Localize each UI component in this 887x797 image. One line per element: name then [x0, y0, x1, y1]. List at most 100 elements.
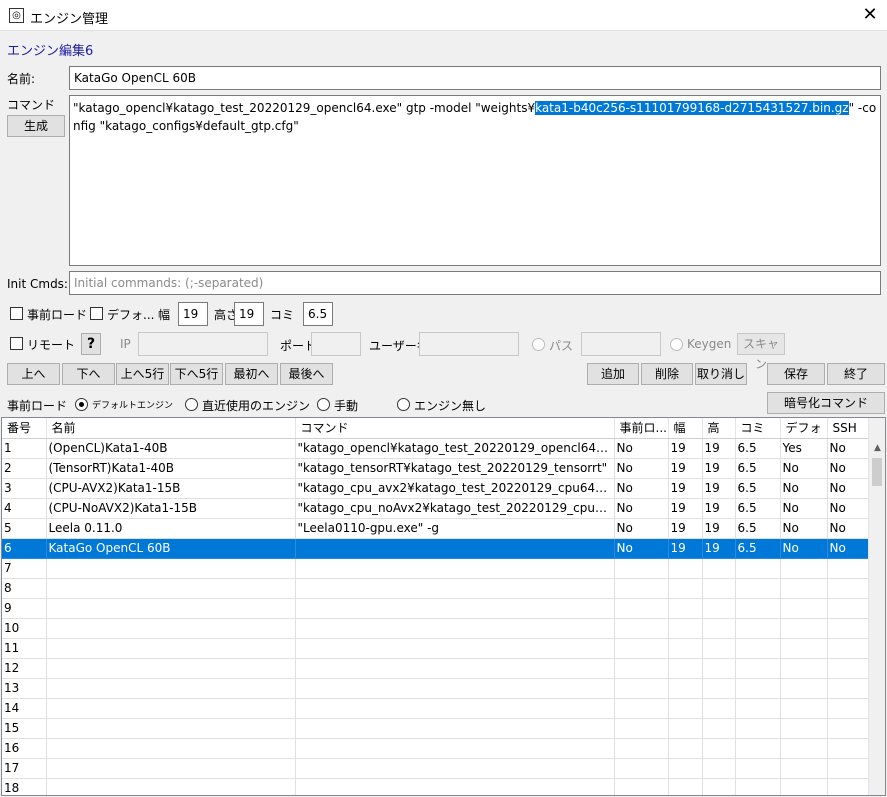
name-input[interactable]: KataGo OpenCL 60B: [69, 66, 881, 90]
table-cell: 6.5: [735, 438, 781, 459]
move-up-5-button[interactable]: 上へ5行: [116, 363, 169, 385]
table-row[interactable]: 12: [2, 658, 869, 679]
engine-table: 番号 名前 コマンド 事前ロ... 幅 高 コミ デフォ SSH 1 (OpenC…: [1, 417, 886, 796]
table-cell: [702, 618, 736, 639]
table-scrollbar[interactable]: ▲: [868, 418, 885, 795]
preload-checkbox[interactable]: [10, 307, 23, 320]
table-cell: [295, 618, 615, 639]
table-row[interactable]: 16: [2, 738, 869, 759]
table-cell: 6.5: [735, 538, 781, 559]
table-cell: No: [827, 478, 869, 499]
table-cell: [295, 718, 615, 739]
keygen-radio[interactable]: [670, 338, 683, 351]
table-cell: [827, 578, 869, 599]
password-radio[interactable]: [532, 338, 545, 351]
table-cell: [735, 698, 781, 719]
table-cell: No: [827, 458, 869, 479]
table-row[interactable]: 18: [2, 778, 869, 795]
preload-recent-radio[interactable]: [185, 398, 198, 411]
close-icon[interactable]: ✕: [858, 4, 882, 26]
col-header-preload[interactable]: 事前ロ...: [614, 418, 669, 439]
table-row[interactable]: 9: [2, 598, 869, 619]
table-row[interactable]: 13: [2, 678, 869, 699]
table-cell: 14: [2, 698, 47, 719]
table-cell: [827, 638, 869, 659]
table-row[interactable]: 7: [2, 558, 869, 579]
table-cell: No: [827, 498, 869, 519]
init-cmds-label: Init Cmds:: [7, 277, 68, 291]
komi-input[interactable]: 6.5: [303, 302, 333, 326]
preload-default-label: デフォルトエンジン: [92, 401, 174, 411]
col-header-number[interactable]: 番号: [2, 418, 47, 439]
table-row[interactable]: 5 Leela 0.11.0 "Leela0110-gpu.exe" -g No 19 1…: [2, 518, 869, 539]
col-header-height[interactable]: 高: [702, 418, 736, 439]
col-header-komi[interactable]: コミ: [735, 418, 781, 439]
remote-checkbox[interactable]: [10, 337, 23, 350]
table-row[interactable]: 1 (OpenCL)Kata1-40B "katago_opencl¥katago_…: [2, 438, 869, 459]
table-cell: [780, 758, 828, 779]
generate-button[interactable]: 生成: [7, 115, 65, 137]
col-header-command[interactable]: コマンド: [295, 418, 615, 439]
move-down-5-button[interactable]: 下へ5行: [170, 363, 223, 385]
move-down-button[interactable]: 下へ: [62, 363, 115, 385]
scan-button[interactable]: スキャン: [737, 333, 785, 371]
command-textarea[interactable]: "katago_opencl¥katago_test_20220129_open…: [69, 95, 881, 266]
preload-recent-label: 直近使用のエンジン: [202, 399, 311, 413]
table-cell: [827, 778, 869, 795]
table-cell: 15: [2, 718, 47, 739]
encrypt-command-button[interactable]: 暗号化コマンド: [767, 392, 885, 414]
table-cell: [614, 658, 669, 679]
table-row[interactable]: 11: [2, 638, 869, 659]
delete-button[interactable]: 削除: [641, 363, 693, 385]
table-row[interactable]: 3 (CPU-AVX2)Kata1-15B "katago_cpu_avx2¥kat…: [2, 478, 869, 499]
table-cell: [295, 658, 615, 679]
col-header-default[interactable]: デフォ: [780, 418, 828, 439]
exit-button[interactable]: 終了: [827, 363, 885, 385]
help-button[interactable]: ?: [81, 333, 101, 355]
undo-button[interactable]: 取り消し: [695, 363, 747, 385]
table-row[interactable]: 6 KataGo OpenCL 60B No 19 19 6.5 No No: [2, 538, 869, 559]
preload-checkbox-label: 事前ロード: [27, 308, 88, 322]
port-input[interactable]: [311, 332, 361, 356]
scroll-thumb[interactable]: [872, 458, 882, 486]
table-cell: "katago_opencl¥katago_test_20220129_open…: [295, 438, 615, 459]
table-row[interactable]: 10: [2, 618, 869, 639]
init-cmds-input[interactable]: Initial commands: (;-separated): [69, 271, 881, 295]
col-header-width[interactable]: 幅: [668, 418, 703, 439]
width-input[interactable]: 19: [178, 302, 208, 326]
add-button[interactable]: 追加: [587, 363, 639, 385]
move-up-button[interactable]: 上へ: [7, 363, 60, 385]
username-input[interactable]: [419, 332, 519, 356]
default-checkbox[interactable]: [90, 307, 103, 320]
table-cell: No: [780, 478, 828, 499]
table-row[interactable]: 2 (TensorRT)Kata1-40B "katago_tensorRT¥kat…: [2, 458, 869, 479]
table-cell: [780, 698, 828, 719]
move-last-button[interactable]: 最後へ: [280, 363, 333, 385]
table-cell: (TensorRT)Kata1-40B: [46, 458, 296, 479]
table-row[interactable]: 4 (CPU-NoAVX2)Kata1-15B "katago_cpu_noAvx2…: [2, 498, 869, 519]
save-button[interactable]: 保存: [767, 363, 825, 385]
table-row[interactable]: 8: [2, 578, 869, 599]
table-row[interactable]: 15: [2, 718, 869, 739]
komi-label: コミ: [270, 308, 295, 322]
col-header-name[interactable]: 名前: [46, 418, 296, 439]
move-first-button[interactable]: 最初へ: [225, 363, 278, 385]
preload-manual-radio[interactable]: [317, 398, 330, 411]
password-input[interactable]: [581, 332, 661, 356]
col-header-ssh[interactable]: SSH: [827, 418, 869, 439]
preload-none-radio[interactable]: [397, 398, 410, 411]
scroll-up-icon[interactable]: ▲: [869, 440, 885, 457]
table-cell: [614, 778, 669, 795]
table-row[interactable]: 17: [2, 758, 869, 779]
table-cell: 12: [2, 658, 47, 679]
ip-input[interactable]: [138, 332, 268, 356]
table-cell: [702, 578, 736, 599]
table-row[interactable]: 14: [2, 698, 869, 719]
height-input[interactable]: 19: [234, 302, 264, 326]
table-cell: [702, 598, 736, 619]
table-cell: [46, 598, 296, 619]
table-cell: 3: [2, 478, 47, 499]
preload-default-radio[interactable]: [75, 398, 88, 411]
remote-checkbox-label: リモート: [27, 338, 76, 352]
table-cell: No: [614, 498, 669, 519]
